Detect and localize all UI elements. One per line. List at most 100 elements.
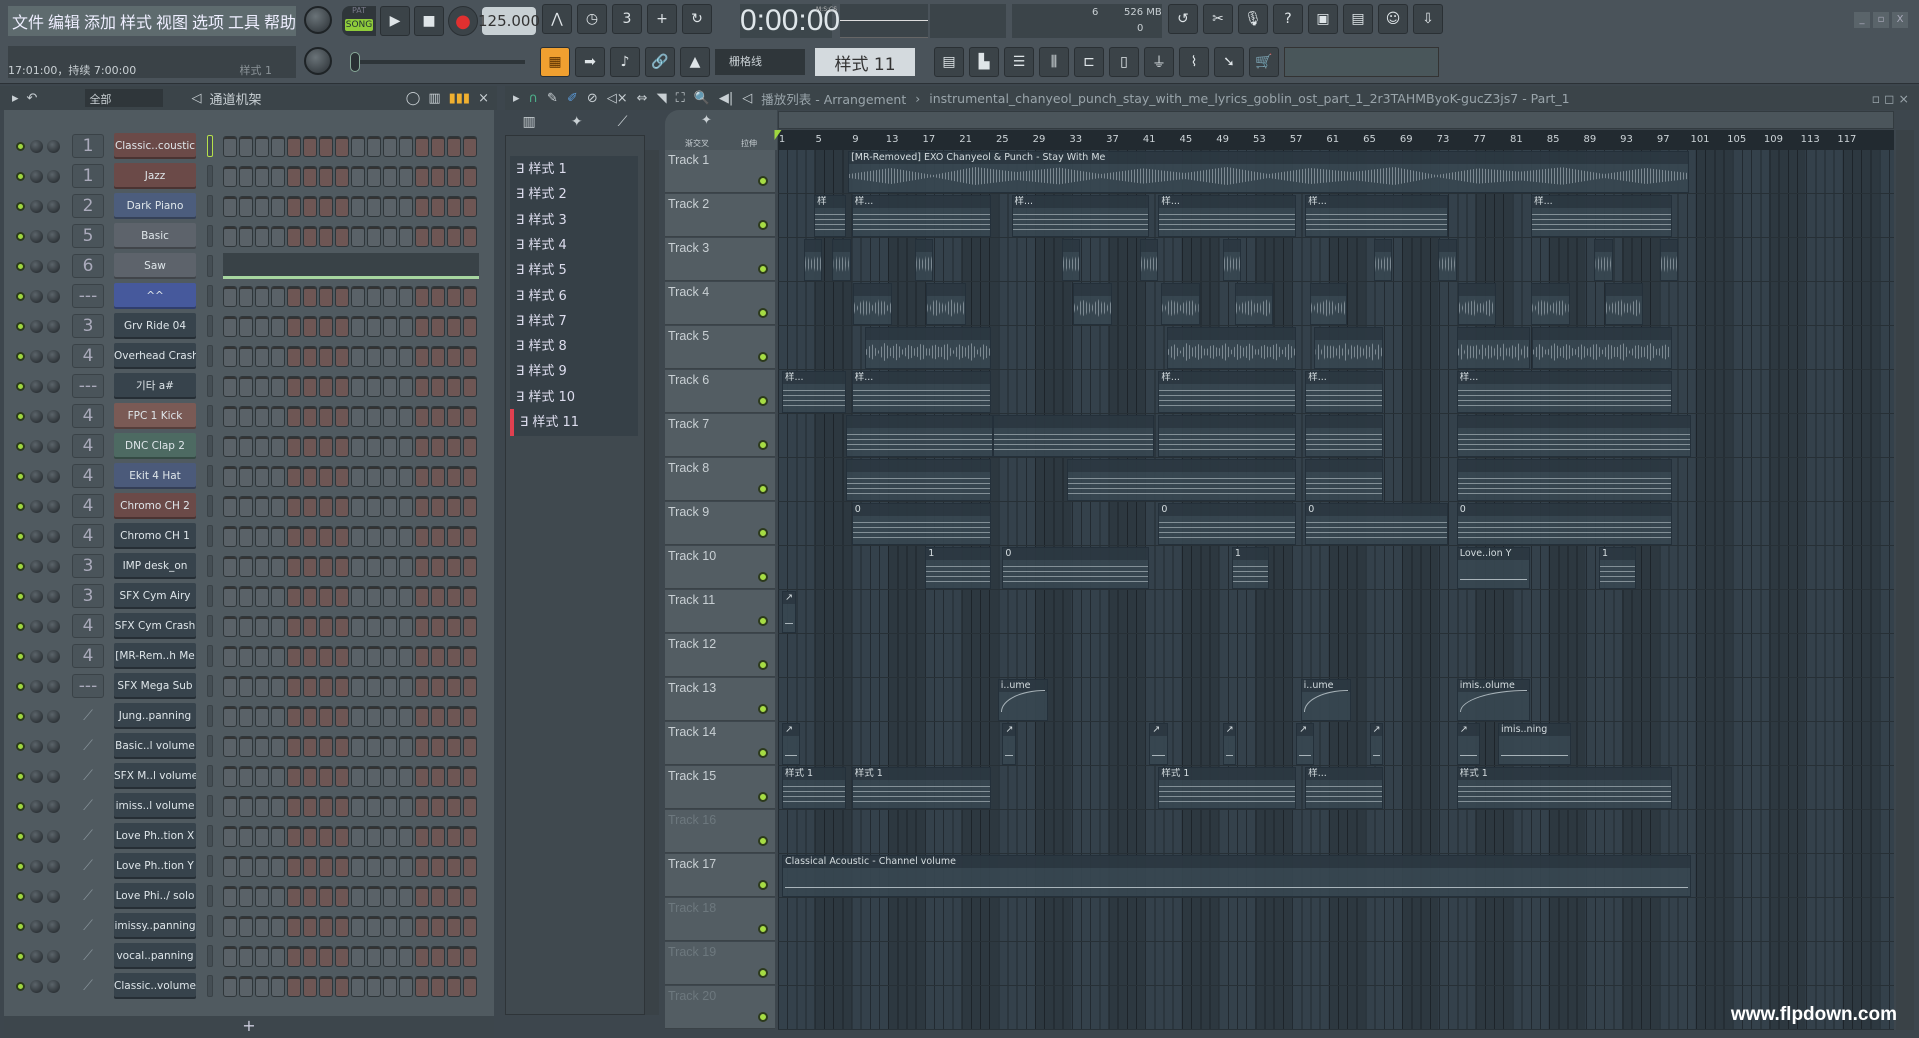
step-button[interactable] <box>367 615 381 637</box>
step-button[interactable] <box>383 585 397 607</box>
step-button[interactable] <box>351 585 365 607</box>
step-button[interactable] <box>255 585 269 607</box>
audio-clip[interactable] <box>852 283 893 325</box>
channel-name-button[interactable]: imissy..panning <box>114 913 196 939</box>
channel-enable-led[interactable] <box>16 321 25 331</box>
step-button[interactable] <box>239 705 253 727</box>
step-button[interactable] <box>271 435 285 457</box>
channel-select[interactable] <box>207 825 213 847</box>
channel-row[interactable]: ⟋ imissy..panning <box>12 913 482 939</box>
channel-filter[interactable]: 全部 <box>85 89 164 107</box>
step-button[interactable] <box>415 135 429 157</box>
auto-clip[interactable]: Love..ion Y <box>1456 547 1531 589</box>
step-button[interactable] <box>335 615 349 637</box>
step-button[interactable] <box>287 495 301 517</box>
channel-row[interactable]: 4 DNC Clap 2 <box>12 433 482 459</box>
pattern-clip[interactable]: 0 <box>851 503 992 545</box>
record-audio-button[interactable]: 🎙 <box>1238 4 1268 34</box>
track-header[interactable]: Track 4 <box>665 282 775 325</box>
pattern-clip[interactable]: 1 <box>1599 547 1636 589</box>
channel-row[interactable]: 4 SFX Cym Crash <box>12 613 482 639</box>
channel-pan-knob[interactable] <box>30 829 43 843</box>
step-button[interactable] <box>367 225 381 247</box>
step-button[interactable] <box>255 495 269 517</box>
step-button[interactable] <box>431 885 445 907</box>
step-button[interactable] <box>431 705 445 727</box>
channel-name-button[interactable]: Classic..volume <box>114 973 196 999</box>
step-button[interactable] <box>303 465 317 487</box>
pattern-clip[interactable]: 样... <box>1456 371 1673 413</box>
mixer-track-field[interactable]: 4 <box>72 344 104 368</box>
step-button[interactable] <box>319 165 333 187</box>
step-button[interactable] <box>383 885 397 907</box>
channel-enable-led[interactable] <box>16 411 25 421</box>
step-button[interactable] <box>271 645 285 667</box>
channel-volume-knob[interactable] <box>47 709 60 723</box>
step-button[interactable] <box>447 465 461 487</box>
step-button[interactable] <box>287 435 301 457</box>
step-button[interactable] <box>223 345 237 367</box>
step-button[interactable] <box>351 825 365 847</box>
step-button[interactable] <box>367 495 381 517</box>
channel-select[interactable] <box>207 675 213 697</box>
channel-enable-led[interactable] <box>16 741 25 751</box>
step-button[interactable] <box>239 645 253 667</box>
track-lane[interactable]: 样式 1 样式 1 样式 1 样... 样式 1 <box>778 766 1894 810</box>
pattern-tab-icon[interactable]: ▥ <box>523 114 536 130</box>
step-button[interactable] <box>447 495 461 517</box>
step-button[interactable] <box>255 855 269 877</box>
audio-clip[interactable] <box>1140 239 1159 281</box>
track-header[interactable]: Track 5 <box>665 326 775 369</box>
step-button[interactable] <box>223 225 237 247</box>
step-button[interactable] <box>287 405 301 427</box>
step-button[interactable] <box>415 555 429 577</box>
step-button[interactable] <box>351 135 365 157</box>
step-button[interactable] <box>335 675 349 697</box>
channel-pan-knob[interactable] <box>30 919 43 933</box>
channel-select[interactable] <box>207 435 213 457</box>
step-button[interactable] <box>415 615 429 637</box>
step-button[interactable] <box>399 525 413 547</box>
channel-select[interactable] <box>207 765 213 787</box>
step-button[interactable] <box>383 555 397 577</box>
channel-pan-knob[interactable] <box>30 529 43 543</box>
step-button[interactable] <box>239 975 253 997</box>
step-button[interactable] <box>335 345 349 367</box>
step-button[interactable] <box>399 315 413 337</box>
channel-row[interactable]: ⟋ vocal..panning <box>12 943 482 969</box>
channel-row[interactable]: --- 기타 a# <box>12 373 482 399</box>
step-button[interactable] <box>303 855 317 877</box>
step-button[interactable] <box>447 285 461 307</box>
step-button[interactable] <box>431 825 445 847</box>
step-button[interactable] <box>239 945 253 967</box>
step-button[interactable] <box>383 135 397 157</box>
crossfade-toggle[interactable]: 渐交叉 <box>685 138 709 149</box>
step-button[interactable] <box>463 615 477 637</box>
pattern-item[interactable]: ∃ 样式 2 <box>510 181 638 209</box>
expand-icon[interactable]: ▸ <box>513 91 520 106</box>
channel-select[interactable] <box>207 735 213 757</box>
mixer-track-field[interactable]: --- <box>72 674 104 698</box>
mixer-track-field[interactable]: 4 <box>72 464 104 488</box>
pattern-clip[interactable] <box>1066 459 1297 501</box>
mixer-track-field[interactable]: 3 <box>72 554 104 578</box>
track-header[interactable]: Track 12 <box>665 634 775 677</box>
step-button[interactable] <box>415 375 429 397</box>
step-button[interactable] <box>271 555 285 577</box>
track-header[interactable]: Track 7 <box>665 414 775 457</box>
step-button[interactable] <box>319 375 333 397</box>
step-button[interactable] <box>271 225 285 247</box>
step-button[interactable] <box>431 585 445 607</box>
step-button[interactable] <box>239 405 253 427</box>
step-button[interactable] <box>367 705 381 727</box>
step-button[interactable] <box>415 285 429 307</box>
step-button[interactable] <box>383 915 397 937</box>
channel-row[interactable]: 4 Ekit 4 Hat <box>12 463 482 489</box>
step-button[interactable] <box>431 945 445 967</box>
graph-icon[interactable]: ▥ <box>428 91 440 106</box>
pattern-clip[interactable]: 样... <box>851 371 992 413</box>
step-button[interactable] <box>271 495 285 517</box>
track-lane[interactable] <box>778 238 1894 282</box>
audio-clip[interactable] <box>1073 283 1113 325</box>
track-lane[interactable]: 样样... 样... 样... 样... 样... <box>778 194 1894 238</box>
